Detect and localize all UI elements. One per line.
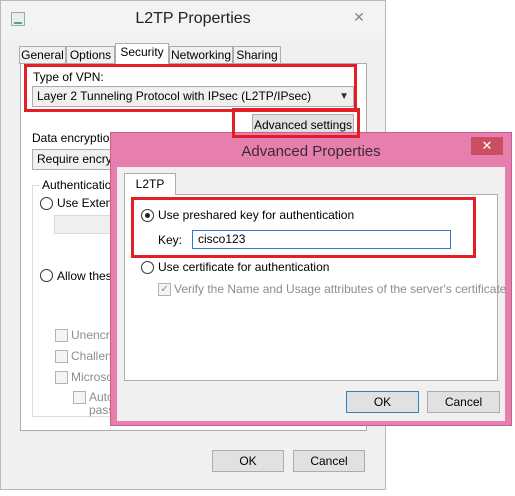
- verify-certificate-checkbox[interactable]: ✓: [158, 283, 171, 296]
- data-encryption-label: Data encryption:: [32, 131, 120, 145]
- challenge-handshake-checkbox[interactable]: [55, 350, 68, 363]
- dialog-ok-button[interactable]: OK: [346, 391, 419, 413]
- unencrypted-password-checkbox[interactable]: [55, 329, 68, 342]
- tab-security[interactable]: Security: [115, 43, 169, 66]
- verify-certificate-label: Verify the Name and Usage attributes of …: [174, 282, 507, 296]
- certificate-radio[interactable]: [141, 261, 154, 274]
- preshared-key-highlight: [131, 197, 476, 258]
- certificate-label: Use certificate for authentication: [158, 260, 330, 274]
- close-icon[interactable]: ✕: [343, 7, 375, 27]
- tab-l2tp[interactable]: L2TP: [124, 173, 176, 195]
- data-encryption-value: Require encrypt: [37, 152, 122, 166]
- tab-general[interactable]: General: [19, 46, 66, 64]
- ok-button[interactable]: OK: [212, 450, 284, 472]
- authentication-label: Authentication: [39, 178, 122, 192]
- unencrypted-label: Unencry: [71, 328, 116, 342]
- dialog-title: Advanced Properties: [241, 143, 381, 160]
- tab-sharing[interactable]: Sharing: [233, 46, 281, 64]
- cancel-button[interactable]: Cancel: [293, 450, 365, 472]
- vpn-type-highlight: [24, 64, 357, 112]
- allow-these-protocols-radio[interactable]: [40, 269, 53, 282]
- microsoft-chap-checkbox[interactable]: [55, 371, 68, 384]
- advanced-properties-dialog: Advanced Properties ✕ L2TP Use preshared…: [110, 132, 512, 426]
- advanced-settings-highlight: [232, 108, 360, 138]
- window-title: L2TP Properties: [135, 10, 251, 27]
- use-extensible-radio[interactable]: [40, 197, 53, 210]
- auto-use-credentials-checkbox[interactable]: [73, 391, 86, 404]
- tab-options[interactable]: Options: [66, 46, 115, 64]
- close-icon[interactable]: ✕: [471, 137, 503, 155]
- tab-networking[interactable]: Networking: [169, 46, 233, 64]
- dialog-cancel-button[interactable]: Cancel: [427, 391, 500, 413]
